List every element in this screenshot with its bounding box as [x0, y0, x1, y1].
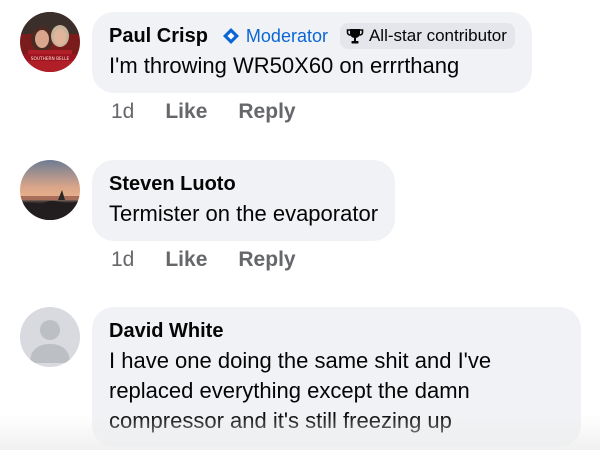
comment-text-line: I have one doing the same shit and I've	[109, 348, 492, 373]
comment-bubble: Paul Crisp Moderator All-star contributo…	[92, 12, 532, 93]
timestamp[interactable]: 1d	[111, 248, 134, 272]
avatar-caption: SOUTHERN BELLE	[31, 56, 70, 62]
avatar-photo-icon	[20, 160, 80, 220]
comment-actions: 1d Like Reply	[111, 248, 296, 272]
reply-button[interactable]: Reply	[238, 248, 295, 272]
moderator-badge[interactable]: Moderator	[222, 26, 328, 47]
comment-text: I'm throwing WR50X60 on errrthang	[109, 53, 460, 78]
contributor-label: All-star contributor	[368, 26, 507, 45]
trophy-icon	[346, 29, 364, 44]
author-name[interactable]: David White	[109, 318, 564, 344]
author-name[interactable]: Steven Luoto	[109, 171, 378, 197]
comment-thread: SOUTHERN BELLE Paul Crisp Moderator All-…	[0, 0, 600, 450]
comment-text-line: compressor and it's still freezing up	[109, 408, 452, 433]
moderator-label: Moderator	[245, 25, 328, 46]
all-star-badge[interactable]: All-star contributor	[339, 23, 515, 49]
avatar[interactable]	[20, 160, 80, 220]
comment-bubble: Steven Luoto Termister on the evaporator	[92, 160, 396, 241]
moderator-diamond-icon	[222, 28, 239, 44]
comment-actions: 1d Like Reply	[111, 100, 296, 124]
comment-text: Termister on the evaporator	[109, 201, 379, 226]
avatar[interactable]	[20, 307, 80, 367]
like-button[interactable]: Like	[165, 100, 207, 124]
timestamp[interactable]: 1d	[111, 100, 134, 124]
name-row: Paul Crisp Moderator All-star contributo…	[109, 23, 515, 49]
comment-bubble: David White I have one doing the same sh…	[92, 307, 581, 447]
avatar[interactable]: SOUTHERN BELLE	[20, 12, 80, 72]
like-button[interactable]: Like	[165, 248, 207, 272]
comment-text-line: replaced everything except the damn	[109, 378, 470, 403]
avatar-photo-icon: SOUTHERN BELLE	[20, 12, 80, 72]
default-avatar-icon	[20, 307, 80, 367]
reply-button[interactable]: Reply	[238, 100, 295, 124]
author-name[interactable]: Paul Crisp	[109, 23, 208, 49]
